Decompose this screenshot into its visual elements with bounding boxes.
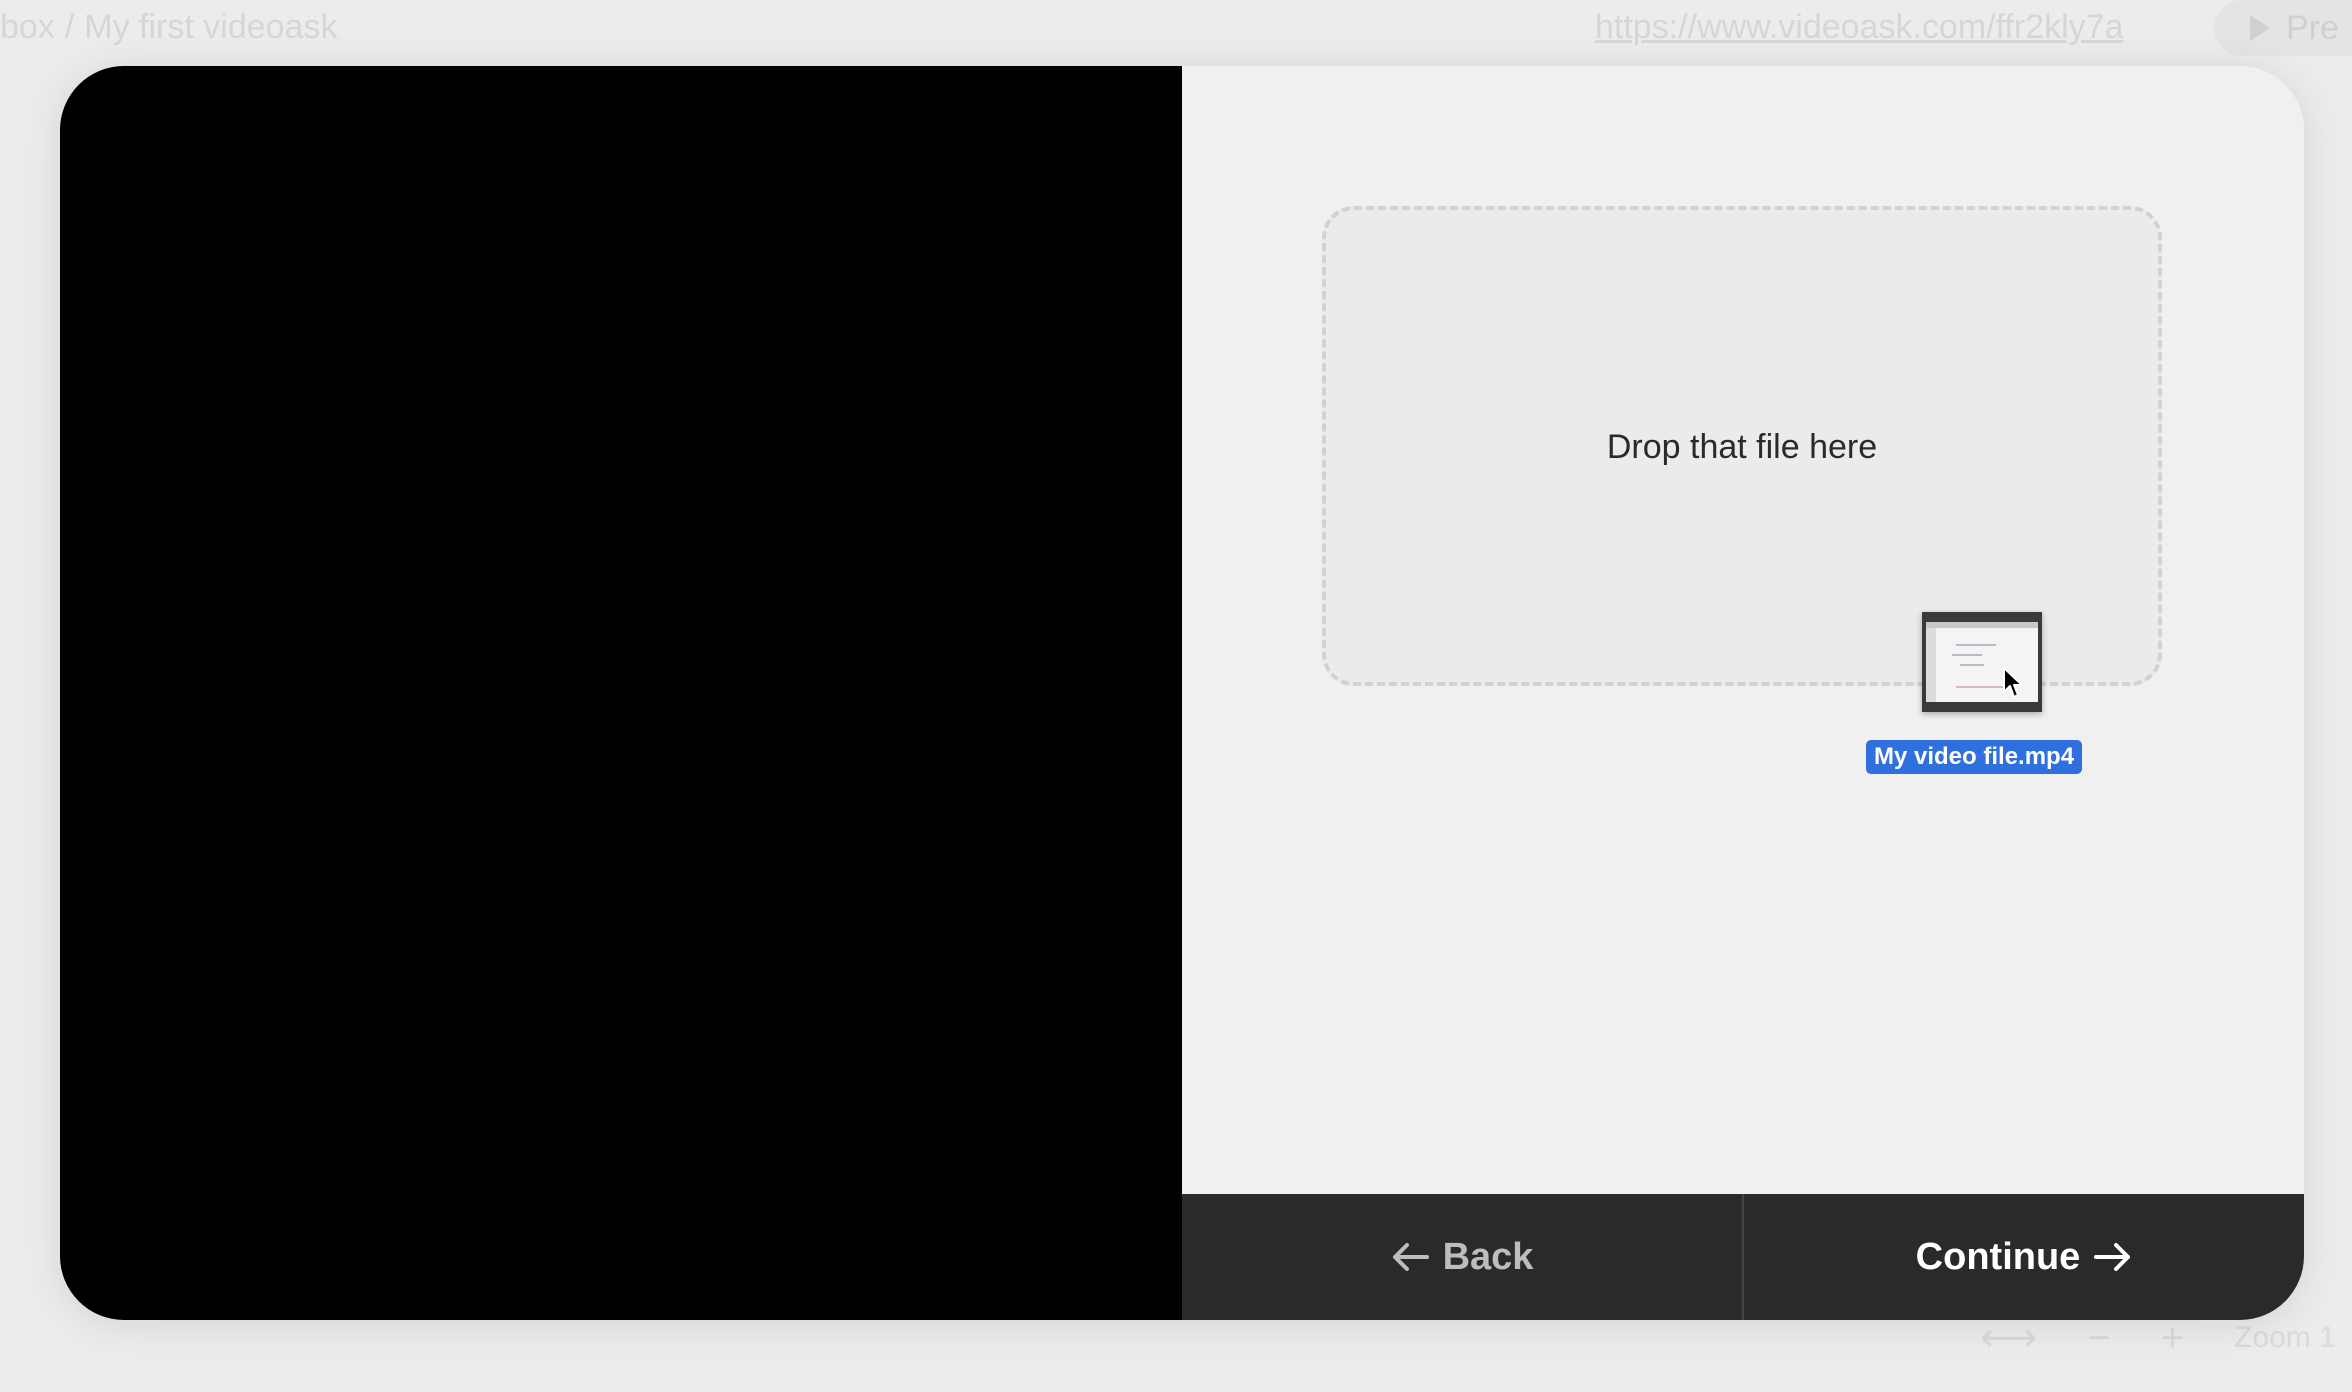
upload-panel: Drop that file here My video file.mp4 Ba…: [1182, 66, 2304, 1320]
breadcrumb: box / My first videoask: [0, 8, 337, 47]
zoom-label: Zoom 1: [2234, 1321, 2336, 1354]
zoom-in-icon[interactable]: +: [2161, 1316, 2184, 1361]
breadcrumb-parent[interactable]: box: [0, 8, 55, 46]
preview-button[interactable]: Pre: [2214, 0, 2352, 56]
continue-button[interactable]: Continue: [1744, 1194, 2304, 1320]
preview-label: Pre: [2286, 8, 2339, 47]
modal-footer: Back Continue: [1182, 1194, 2304, 1320]
dragged-file-name: My video file.mp4: [1866, 740, 2083, 774]
fit-width-icon[interactable]: ⟷: [1980, 1315, 2037, 1361]
thumbnail-sidebar: [1926, 628, 1936, 702]
video-preview: [60, 66, 1182, 1320]
thumbnail-line: [1960, 664, 1984, 666]
share-link[interactable]: https://www.videoask.com/ffr2kly7a: [1595, 8, 2123, 47]
play-icon: [2250, 15, 2270, 41]
thumbnail-toolbar: [1926, 622, 2038, 628]
thumbnail-line: [1952, 654, 1982, 656]
thumbnail-line: [1956, 644, 1996, 646]
arrow-left-icon: [1392, 1243, 1429, 1271]
zoom-out-icon[interactable]: −: [2087, 1316, 2110, 1361]
upload-modal: Drop that file here My video file.mp4 Ba…: [60, 66, 2304, 1320]
breadcrumb-current: My first videoask: [84, 8, 338, 46]
continue-label: Continue: [1915, 1235, 2081, 1278]
back-label: Back: [1442, 1235, 1534, 1278]
breadcrumb-separator: /: [64, 8, 75, 46]
back-button[interactable]: Back: [1182, 1194, 1744, 1320]
app-header: box / My first videoask https://www.videoa…: [0, 0, 2352, 60]
dropzone-text: Drop that file here: [1606, 428, 1878, 466]
dragged-file-thumbnail[interactable]: [1922, 612, 2042, 712]
mouse-cursor-icon: [2003, 667, 2023, 698]
arrow-right-icon: [2094, 1243, 2131, 1271]
